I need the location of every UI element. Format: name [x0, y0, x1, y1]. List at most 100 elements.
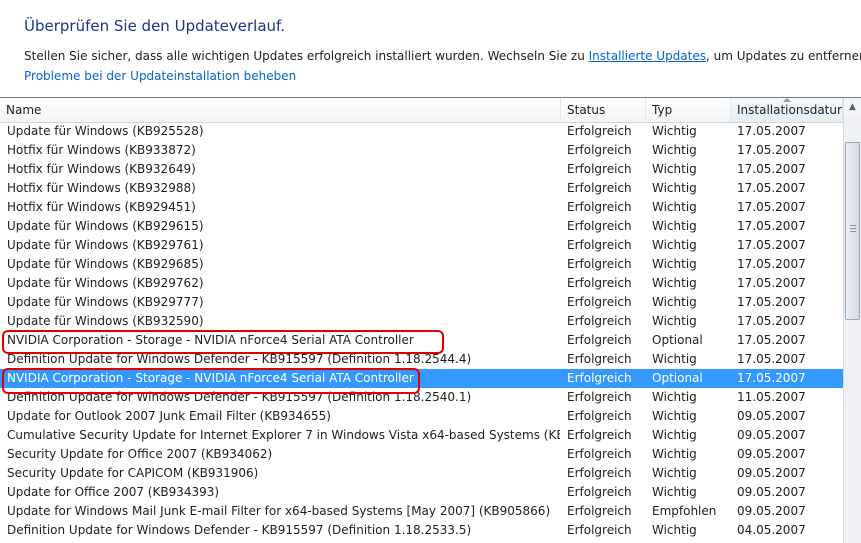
cell-status: Erfolgreich	[567, 390, 632, 404]
cell-name: Update für Windows (KB929762)	[7, 276, 204, 290]
cell-typ: Wichtig	[652, 447, 697, 461]
cell-typ: Wichtig	[652, 143, 697, 157]
cell-name: Hotfix für Windows (KB933872)	[7, 143, 196, 157]
cell-date: 09.05.2007	[737, 504, 806, 518]
cell-date: 17.05.2007	[737, 181, 806, 195]
table-row[interactable]: Update für Windows (KB929762) Erfolgreich…	[0, 274, 843, 293]
cell-name: NVIDIA Corporation - Storage - NVIDIA nF…	[7, 333, 414, 347]
description-text-end: , um Updates zu entfernen.	[706, 49, 861, 63]
cell-status: Erfolgreich	[567, 295, 632, 309]
cell-name: Security Update for CAPICOM (KB931906)	[7, 466, 259, 480]
table-row[interactable]: Security Update for Office 2007 (KB93406…	[0, 445, 843, 464]
cell-name: Update für Windows (KB929615)	[7, 219, 204, 233]
cell-date: 17.05.2007	[737, 238, 806, 252]
table-row[interactable]: Definition Update for Windows Defender -…	[0, 521, 843, 540]
cell-typ: Wichtig	[652, 276, 697, 290]
cell-status: Erfolgreich	[567, 257, 632, 271]
cell-status: Erfolgreich	[567, 466, 632, 480]
cell-typ: Empfohlen	[652, 504, 717, 518]
cell-typ: Wichtig	[652, 257, 697, 271]
table-row[interactable]: Update for Windows Mail Junk E-mail Filt…	[0, 502, 843, 521]
cell-date: 17.05.2007	[737, 333, 806, 347]
cell-typ: Wichtig	[652, 485, 697, 499]
cell-typ: Wichtig	[652, 181, 697, 195]
cell-typ: Wichtig	[652, 390, 697, 404]
cell-date: 09.05.2007	[737, 485, 806, 499]
table-row[interactable]: Hotfix für Windows (KB932988) Erfolgreich…	[0, 179, 843, 198]
installed-updates-link[interactable]: Installierte Updates	[589, 49, 706, 63]
cell-typ: Wichtig	[652, 295, 697, 309]
table-row[interactable]: Hotfix für Windows (KB933872) Erfolgreich…	[0, 141, 843, 160]
table-row[interactable]: Update für Windows (KB929761) Erfolgreich…	[0, 236, 843, 255]
vertical-scrollbar[interactable]: ▲	[843, 98, 861, 543]
description-text: Stellen Sie sicher, dass alle wichtigen …	[24, 49, 589, 63]
cell-date: 09.05.2007	[737, 447, 806, 461]
column-header-date[interactable]: Installationsdatum	[731, 98, 843, 122]
cell-name: Update für Windows (KB929777)	[7, 295, 204, 309]
cell-typ: Wichtig	[652, 466, 697, 480]
cell-date: 17.05.2007	[737, 124, 806, 138]
table-body: Update für Windows (KB925528) Erfolgreich…	[0, 122, 843, 543]
cell-typ: Wichtig	[652, 428, 697, 442]
table-row[interactable]: Update für Windows (KB925528) Erfolgreich…	[0, 122, 843, 141]
table-row[interactable]: Update for Office 2007 (KB934393) Erfolgr…	[0, 483, 843, 502]
table-row[interactable]: NVIDIA Corporation - Storage - NVIDIA nF…	[0, 331, 843, 350]
cell-typ: Optional	[652, 333, 703, 347]
cell-status: Erfolgreich	[567, 124, 632, 138]
cell-name: Update für Windows (KB929685)	[7, 257, 204, 271]
column-header-date-label: Installationsdatum	[737, 103, 843, 117]
cell-status: Erfolgreich	[567, 485, 632, 499]
arrow-up-icon: ▲	[849, 101, 856, 112]
troubleshoot-link[interactable]: Probleme bei der Updateinstallation behe…	[24, 69, 296, 83]
table-row[interactable]: Update für Windows (KB929685) Erfolgreich…	[0, 255, 843, 274]
thumb-grip	[850, 231, 856, 232]
scrollbar-thumb[interactable]	[845, 142, 860, 320]
table-row[interactable]: Cumulative Security Update for Internet …	[0, 426, 843, 445]
column-header-typ[interactable]: Typ	[646, 98, 731, 122]
cell-status: Erfolgreich	[567, 352, 632, 366]
cell-name: Hotfix für Windows (KB932988)	[7, 181, 196, 195]
scroll-up-button[interactable]: ▲	[844, 98, 861, 115]
cell-date: 17.05.2007	[737, 219, 806, 233]
cell-typ: Wichtig	[652, 238, 697, 252]
table-row[interactable]: Update for Outlook 2007 Junk Email Filte…	[0, 407, 843, 426]
cell-status: Erfolgreich	[567, 162, 632, 176]
table-row[interactable]: Update für Windows (KB929615) Erfolgreich…	[0, 217, 843, 236]
table-row[interactable]: NVIDIA Corporation - Storage - NVIDIA nF…	[0, 369, 843, 388]
update-history-window: Überprüfen Sie den Updateverlauf. Stelle…	[0, 0, 861, 543]
cell-date: 09.05.2007	[737, 428, 806, 442]
table-row[interactable]: Update für Windows (KB929777) Erfolgreich…	[0, 293, 843, 312]
update-list: Name Status Typ Installationsdatum Updat…	[0, 97, 861, 543]
cell-status: Erfolgreich	[567, 143, 632, 157]
table-row[interactable]: Definition Update for Windows Defender -…	[0, 350, 843, 369]
thumb-grip	[850, 228, 856, 229]
column-header-name[interactable]: Name	[0, 98, 561, 122]
cell-typ: Wichtig	[652, 124, 697, 138]
header: Überprüfen Sie den Updateverlauf. Stelle…	[0, 0, 861, 97]
cell-name: Update für Windows (KB932590)	[7, 314, 204, 328]
cell-status: Erfolgreich	[567, 504, 632, 518]
cell-name: Definition Update for Windows Defender -…	[7, 523, 472, 537]
table-row[interactable]: Security Update for CAPICOM (KB931906) Er…	[0, 464, 843, 483]
cell-date: 17.05.2007	[737, 200, 806, 214]
cell-status: Erfolgreich	[567, 181, 632, 195]
cell-typ: Optional	[652, 371, 703, 385]
cell-date: 17.05.2007	[737, 352, 806, 366]
table-row[interactable]: Definition Update for Windows Defender -…	[0, 388, 843, 407]
table-row[interactable]: Hotfix für Windows (KB929451) Erfolgreich…	[0, 198, 843, 217]
cell-date: 17.05.2007	[737, 314, 806, 328]
column-header-status[interactable]: Status	[561, 98, 646, 122]
cell-typ: Wichtig	[652, 200, 697, 214]
cell-date: 09.05.2007	[737, 466, 806, 480]
cell-date: 17.05.2007	[737, 257, 806, 271]
cell-typ: Wichtig	[652, 219, 697, 233]
cell-typ: Wichtig	[652, 314, 697, 328]
table-row[interactable]: Update für Windows (KB932590) Erfolgreich…	[0, 312, 843, 331]
cell-name: Update for Windows Mail Junk E-mail Filt…	[7, 504, 551, 518]
table-row[interactable]: Hotfix für Windows (KB932649) Erfolgreich…	[0, 160, 843, 179]
cell-date: 17.05.2007	[737, 371, 806, 385]
cell-status: Erfolgreich	[567, 523, 632, 537]
cell-typ: Wichtig	[652, 409, 697, 423]
cell-date: 17.05.2007	[737, 143, 806, 157]
cell-name: Hotfix für Windows (KB932649)	[7, 162, 196, 176]
